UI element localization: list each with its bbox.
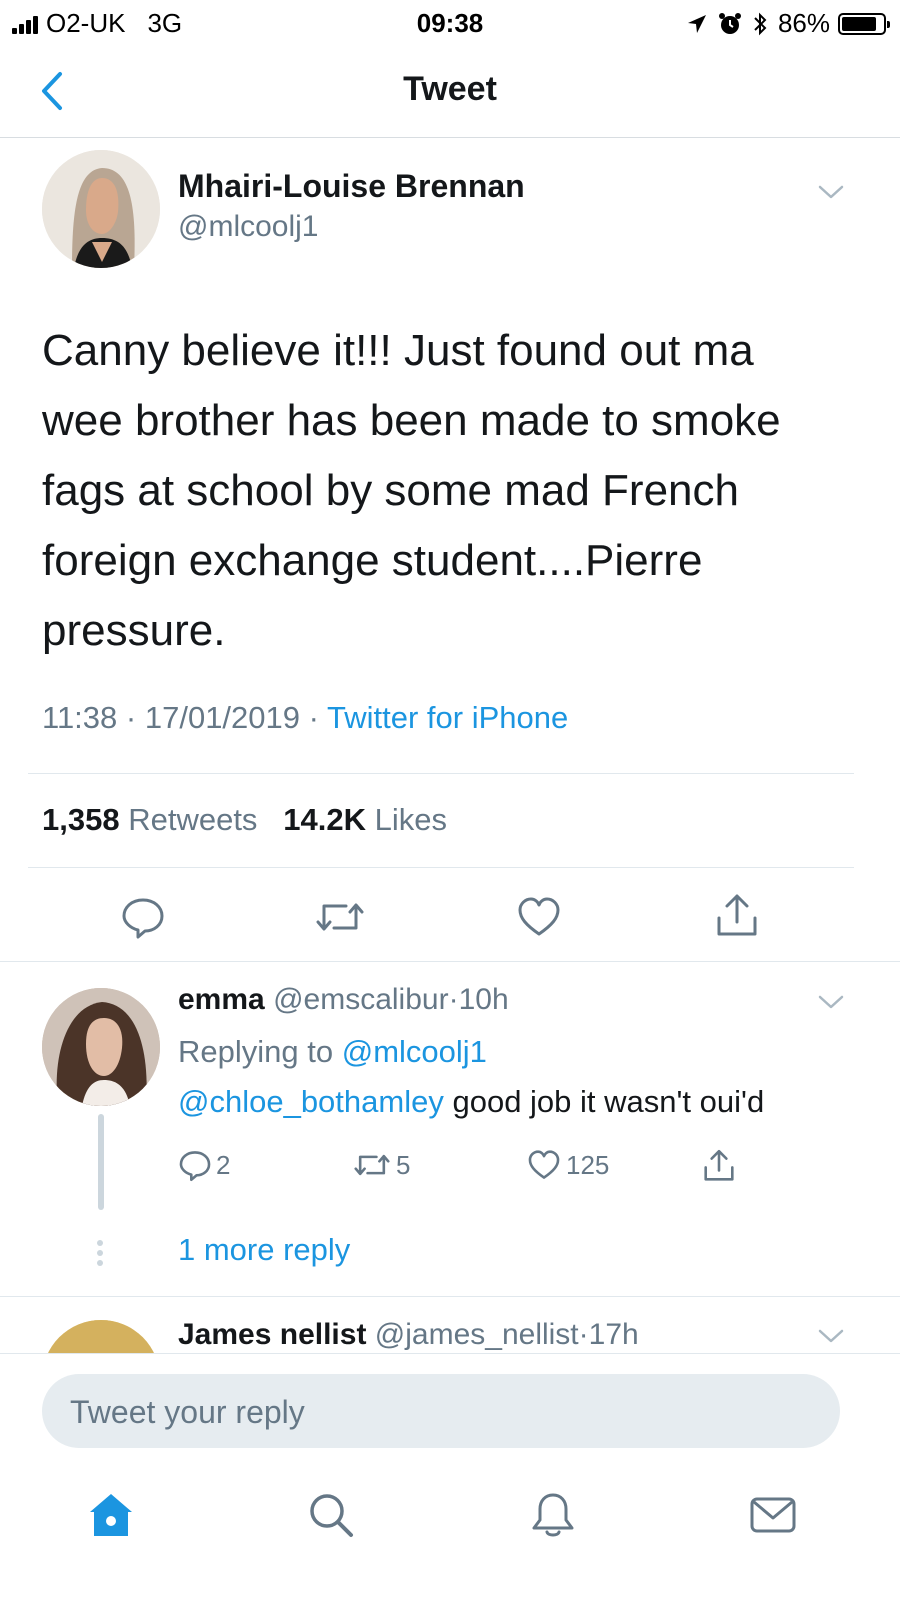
battery-percent: 86% <box>777 8 830 38</box>
meta-separator: · <box>308 700 319 735</box>
tweet-text: Canny believe it!!! Just found out ma we… <box>42 326 781 655</box>
meta-separator: · <box>448 983 459 1016</box>
reply-count: 2 <box>216 1149 231 1180</box>
meta-separator: · <box>125 700 137 735</box>
meta-separator: · <box>578 1318 589 1351</box>
avatar[interactable] <box>42 988 160 1106</box>
tweet-date: 17/01/2019 <box>144 700 301 735</box>
reply-icon <box>179 1151 211 1182</box>
bluetooth-icon <box>754 12 767 35</box>
reply-share-action[interactable] <box>702 1148 740 1184</box>
battery-fill <box>842 16 877 31</box>
share-icon <box>704 1149 734 1181</box>
like-count: 125 <box>566 1149 610 1180</box>
replying-to-label: Replying to <box>178 1034 334 1069</box>
divider <box>0 1296 900 1297</box>
reply-author-name[interactable]: emma <box>178 983 265 1016</box>
page-title: Tweet <box>403 70 497 108</box>
reply-author-handle[interactable]: @emscalibur <box>273 983 449 1016</box>
share-icon[interactable] <box>714 892 760 940</box>
author-handle[interactable]: @mlcoolj1 <box>178 210 319 244</box>
next-reply-header: James nellist @james_nellist·17h <box>178 1318 639 1352</box>
status-right: 86% <box>686 8 890 39</box>
replying-to-handle[interactable]: @mlcoolj1 <box>342 1034 487 1069</box>
reply-reply-action[interactable]: 2 <box>178 1148 230 1182</box>
likes-stat[interactable]: 14.2K Likes <box>283 802 447 837</box>
reply-icon[interactable] <box>120 894 166 940</box>
nav-bar: Tweet <box>0 46 900 138</box>
reply-retweet-action[interactable]: 5 <box>352 1148 410 1182</box>
replying-to: Replying to @mlcoolj1 <box>178 1034 487 1070</box>
divider <box>28 867 854 868</box>
thread-dots <box>97 1240 103 1270</box>
reply-age: 10h <box>458 983 509 1016</box>
tweet-stats: 1,358 Retweets 14.2K Likes <box>42 802 447 838</box>
retweet-count: 5 <box>396 1149 411 1180</box>
divider <box>0 961 900 962</box>
retweets-stat[interactable]: 1,358 Retweets <box>42 802 257 837</box>
like-icon[interactable] <box>516 894 562 940</box>
retweet-icon <box>354 1154 390 1176</box>
next-author-handle[interactable]: @james_nellist <box>375 1318 579 1351</box>
home-icon[interactable] <box>86 1490 136 1540</box>
retweets-label: Retweets <box>128 802 258 837</box>
reply-body: good job it wasn't oui'd <box>443 1084 765 1119</box>
chevron-down-icon[interactable] <box>816 992 846 1012</box>
avatar-image <box>42 988 160 1106</box>
search-icon[interactable] <box>306 1490 356 1540</box>
avatar[interactable] <box>42 150 160 268</box>
mention-link[interactable]: @chloe_bothamley <box>178 1084 444 1119</box>
alarm-icon <box>718 12 741 34</box>
chevron-down-icon[interactable] <box>816 1326 846 1346</box>
likes-count: 14.2K <box>283 802 367 837</box>
likes-label: Likes <box>374 802 448 837</box>
reply-text: @chloe_bothamley good job it wasn't oui'… <box>178 1084 764 1120</box>
retweet-icon[interactable] <box>314 894 366 940</box>
reply-like-action[interactable]: 125 <box>526 1148 609 1182</box>
chevron-down-icon[interactable] <box>816 182 846 202</box>
reply-input[interactable]: Tweet your reply <box>42 1374 840 1448</box>
next-author-name[interactable]: James nellist <box>178 1318 366 1351</box>
messages-icon[interactable] <box>748 1490 798 1540</box>
next-reply-age: 17h <box>588 1318 639 1351</box>
tab-bar <box>0 1466 900 1600</box>
more-replies-link[interactable]: 1 more reply <box>178 1232 350 1268</box>
tweet-meta: 11:38 · 17/01/2019 · Twitter for iPhone <box>42 700 568 736</box>
location-icon <box>687 14 706 33</box>
retweets-count: 1,358 <box>42 802 120 837</box>
tweet-time: 11:38 <box>42 700 118 735</box>
compose-area: Tweet your reply <box>0 1353 900 1466</box>
like-icon <box>528 1150 560 1179</box>
battery-icon <box>838 12 890 35</box>
notifications-icon[interactable] <box>528 1490 578 1540</box>
status-bar: O2-UK 3G 09:38 86% <box>0 0 900 46</box>
divider <box>28 773 854 774</box>
thread-line <box>98 1114 104 1210</box>
tweet-source-link[interactable]: Twitter for iPhone <box>327 700 568 735</box>
author-name[interactable]: Mhairi-Louise Brennan <box>178 168 525 205</box>
reply-header: emma @emscalibur·10h <box>178 983 509 1017</box>
avatar-image <box>42 150 160 268</box>
